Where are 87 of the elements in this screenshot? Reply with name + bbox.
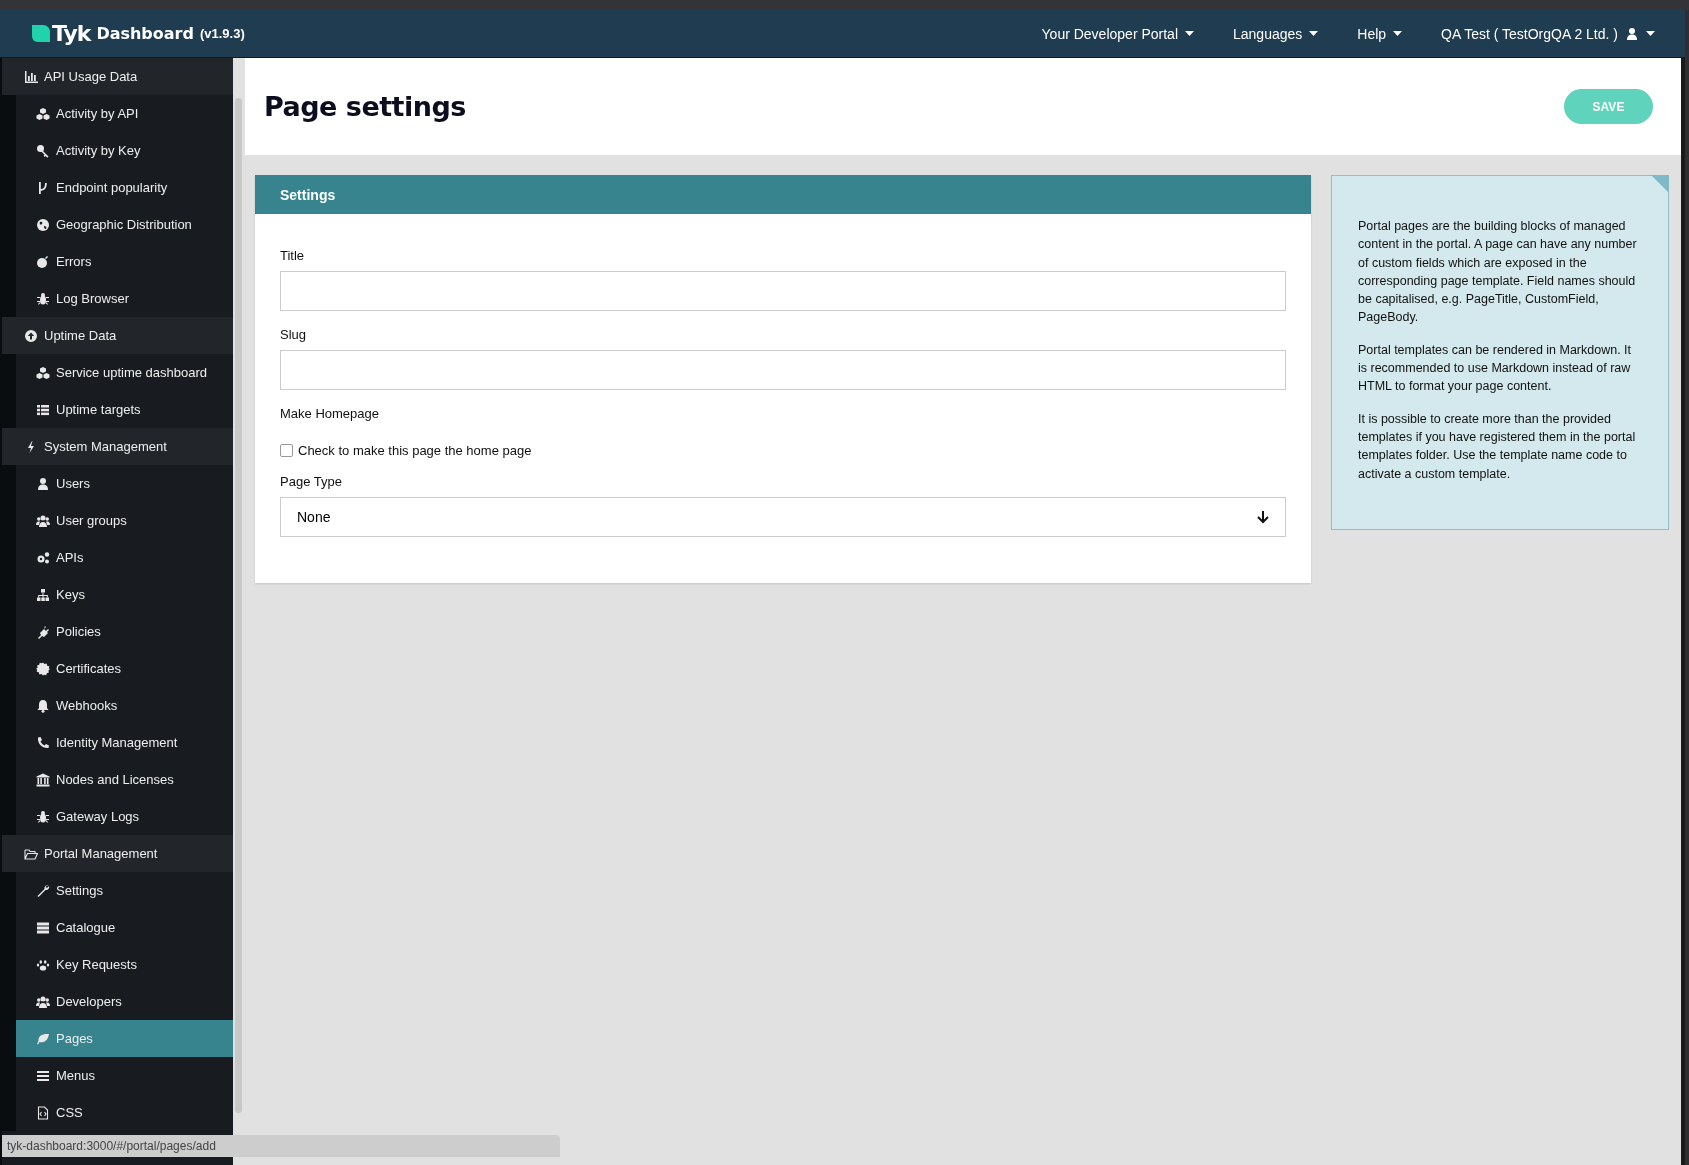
sidebar-item[interactable]: Errors xyxy=(16,243,233,280)
sidebar-item[interactable]: Policies xyxy=(16,613,233,650)
card-header: Settings xyxy=(255,175,1311,214)
users-icon xyxy=(36,994,50,1009)
sidebar-item[interactable]: Settings xyxy=(16,872,233,909)
sidebar-item[interactable]: Identity Management xyxy=(16,724,233,761)
help-text: It is possible to create more than the provided templates if you have registered them in the portal templates folder. Use the template name code to activate a custom template. xyxy=(1358,410,1637,483)
sidebar-item[interactable]: Users xyxy=(16,465,233,502)
bug-icon xyxy=(36,291,50,306)
sidebar-item[interactable]: Log Browser xyxy=(16,280,233,317)
user-icon xyxy=(1625,26,1639,41)
menu-icon xyxy=(36,1068,50,1083)
sidebar-group[interactable]: Uptime Data xyxy=(2,317,233,354)
sidebar-item[interactable]: Webhooks xyxy=(16,687,233,724)
caret-icon xyxy=(1309,31,1319,36)
sidebar-item[interactable]: Geographic Distribution xyxy=(16,206,233,243)
product-name: Dashboard xyxy=(96,24,194,43)
plug-icon xyxy=(36,624,50,639)
tyk-logo[interactable]: Tyk xyxy=(32,21,91,46)
nav-menu[interactable]: Your Developer Portal xyxy=(1041,25,1194,42)
caret-icon xyxy=(1393,31,1403,36)
list-icon xyxy=(36,402,50,417)
file-icon xyxy=(36,1105,50,1120)
bank-icon xyxy=(36,772,50,787)
leaf-shape-icon xyxy=(32,25,50,42)
sidebar-item[interactable]: Gateway Logs xyxy=(16,798,233,835)
caret-icon xyxy=(1646,31,1655,36)
sidebar-item[interactable]: Menus xyxy=(16,1057,233,1094)
sidebar-item[interactable]: Uptime targets xyxy=(16,391,233,428)
dropdown[interactable]: None xyxy=(280,497,1286,537)
user-icon xyxy=(36,476,50,491)
phone-icon xyxy=(36,735,50,750)
sidebar-item[interactable]: Pages xyxy=(16,1020,233,1057)
version-label: (v1.9.3) xyxy=(199,26,245,41)
nav-menu[interactable]: Help xyxy=(1357,25,1403,42)
sidebar-item[interactable]: CSS xyxy=(16,1094,233,1131)
text-field[interactable] xyxy=(280,350,1286,390)
sidebar-item[interactable]: Developers xyxy=(16,983,233,1020)
checkbox-label: Check to make this page the home page xyxy=(298,443,532,458)
help-text: Portal pages are the building blocks of managed content in the portal. A page can have any number of custom fields which are exposed in the corresponding page template. Field names should be capitalised, e.g. PageTitle, CustomField, PageBody. xyxy=(1358,218,1638,327)
key-icon xyxy=(36,143,50,158)
text-field[interactable] xyxy=(280,271,1286,311)
bell-icon xyxy=(36,698,50,713)
field-label: Slug xyxy=(280,327,308,342)
gears-icon xyxy=(36,550,50,565)
bug-icon xyxy=(36,809,50,824)
sidebar-item[interactable]: Certificates xyxy=(16,650,233,687)
sidebar-group[interactable]: Portal Management xyxy=(2,835,233,872)
sidebar-group[interactable]: API Usage Data xyxy=(2,58,233,95)
help-text: Portal templates can be rendered in Markdown. It is recommended to use Markdown instead of raw HTML to format your page content. xyxy=(1358,341,1633,396)
sidebar-item[interactable]: Activity by Key xyxy=(16,132,233,169)
status-url: tyk-dashboard:3000/#/portal/pages/add xyxy=(7,1139,216,1153)
sidebar-item[interactable]: Nodes and Licenses xyxy=(16,761,233,798)
checkbox[interactable] xyxy=(280,444,293,457)
sidebar-item[interactable]: Catalogue xyxy=(16,909,233,946)
sidebar-item[interactable]: APIs xyxy=(16,539,233,576)
leaf-icon xyxy=(36,1031,50,1046)
folder-icon xyxy=(24,846,38,861)
badge-icon xyxy=(36,661,50,676)
field-label: Make Homepage xyxy=(280,406,380,421)
field-label: Page Type xyxy=(280,474,343,489)
globe-icon xyxy=(36,217,50,232)
arrow-down-icon xyxy=(1257,510,1269,524)
sidebar-item[interactable]: Endpoint popularity xyxy=(16,169,233,206)
sidebar-item[interactable]: Activity by API xyxy=(16,95,233,132)
hierarchy-icon xyxy=(36,587,50,602)
users-icon xyxy=(36,513,50,528)
user-menu[interactable]: QA Test ( TestOrgQA 2 Ltd. ) xyxy=(1441,25,1655,42)
sidebar-item[interactable]: Key Requests xyxy=(16,946,233,983)
branch-icon xyxy=(36,180,50,195)
scrollbar[interactable] xyxy=(235,98,242,1113)
sidebar-item[interactable]: User groups xyxy=(16,502,233,539)
sidebar-item[interactable]: Keys xyxy=(16,576,233,613)
sidebar-item[interactable]: Service uptime dashboard xyxy=(16,354,233,391)
page-title: Page settings xyxy=(264,91,466,122)
nav-menu[interactable]: Languages xyxy=(1233,25,1319,42)
paw-icon xyxy=(36,957,50,972)
server-icon xyxy=(36,920,50,935)
corner-fold-icon xyxy=(1651,175,1669,193)
bar-chart-icon xyxy=(24,69,38,84)
cubes-icon xyxy=(36,106,50,121)
field-label: Title xyxy=(280,248,306,263)
wrench-icon xyxy=(36,883,50,898)
cubes-icon xyxy=(36,365,50,380)
caret-icon xyxy=(1185,31,1194,36)
bomb-icon xyxy=(36,254,50,269)
sidebar-group[interactable]: System Management xyxy=(2,428,233,465)
